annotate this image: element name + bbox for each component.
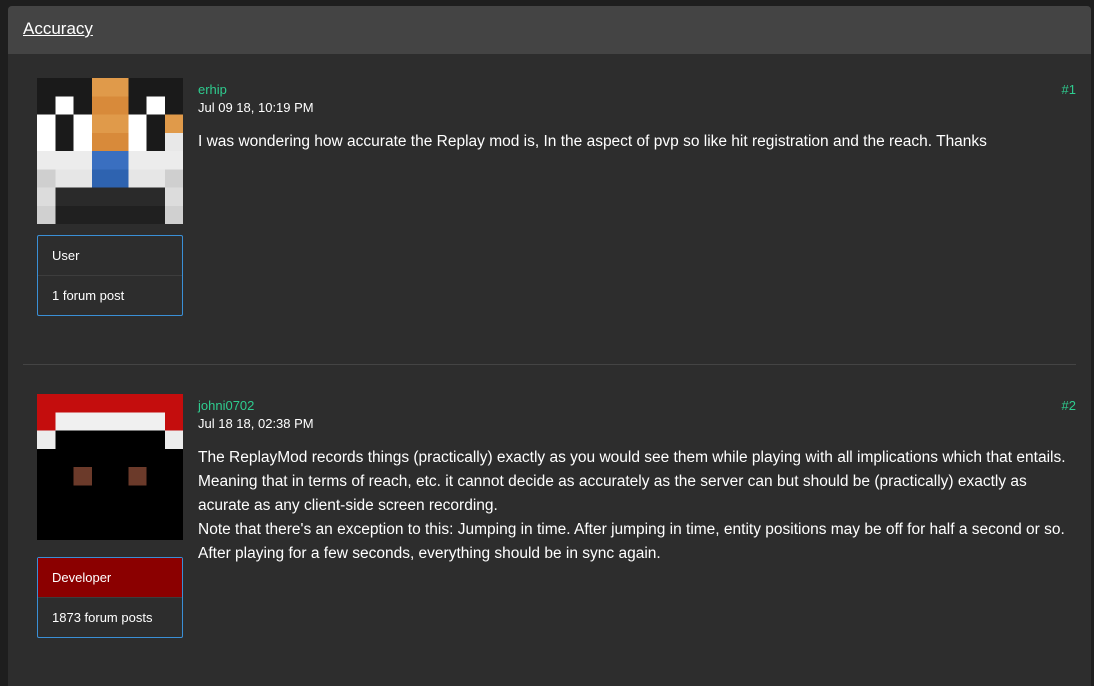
post-paragraph: Meaning that in terms of reach, etc. it … — [198, 473, 1027, 514]
post-body: I was wondering how accurate the Replay … — [198, 130, 1078, 154]
post-date: Jul 09 18, 10:19 PM — [198, 100, 314, 115]
post-number-link[interactable]: #2 — [1062, 398, 1076, 413]
post-count-label: 1873 forum posts — [52, 610, 153, 625]
post-author-link[interactable]: johni0702 — [198, 398, 254, 413]
post-paragraph: Note that there's an exception to this: … — [198, 521, 1065, 562]
erhip-avatar-image — [37, 78, 183, 224]
thread-panel: Accuracy User 1 forum post erhip Jul 09 … — [8, 6, 1091, 686]
user-rank-box: Developer 1873 forum posts — [37, 557, 183, 638]
johni0702-avatar-image — [37, 394, 183, 540]
post-divider — [23, 364, 1076, 365]
post-paragraph: I was wondering how accurate the Replay … — [198, 133, 987, 150]
avatar[interactable] — [37, 394, 183, 540]
thread-title-link[interactable]: Accuracy — [23, 19, 93, 39]
avatar[interactable] — [37, 78, 183, 224]
user-role-label: User — [38, 236, 182, 276]
post-paragraph: The ReplayMod records things (practicall… — [198, 449, 1066, 466]
post-number-link[interactable]: #1 — [1062, 82, 1076, 97]
developer-role-badge: Developer — [38, 558, 182, 598]
user-rank-box: User 1 forum post — [37, 235, 183, 316]
post-author-link[interactable]: erhip — [198, 82, 227, 97]
thread-header: Accuracy — [8, 6, 1091, 54]
post-date: Jul 18 18, 02:38 PM — [198, 416, 314, 431]
post-body: The ReplayMod records things (practicall… — [198, 446, 1078, 566]
post-count-label: 1 forum post — [52, 288, 125, 303]
